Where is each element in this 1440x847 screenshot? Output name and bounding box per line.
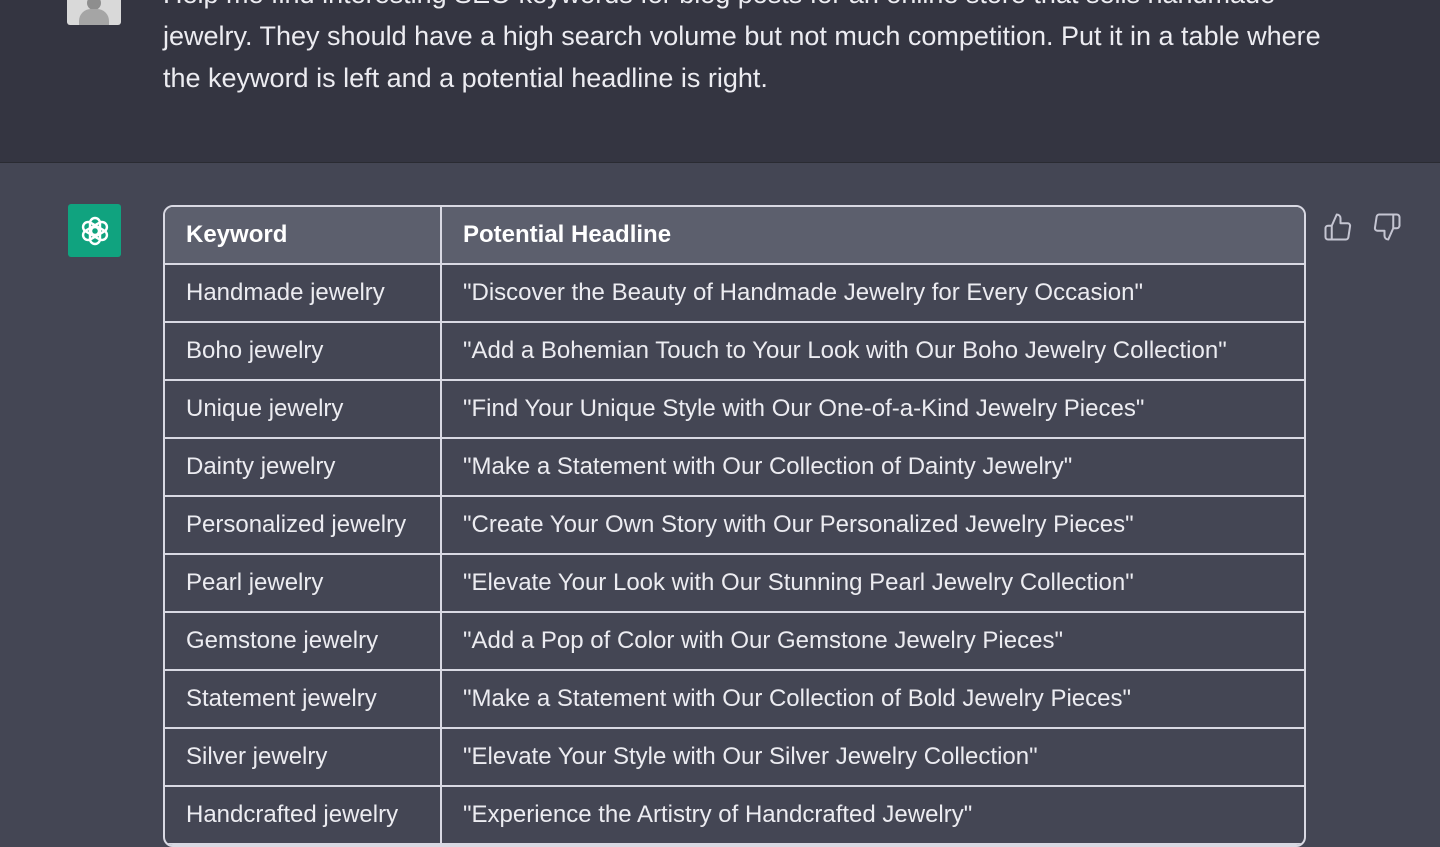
headline-cell: "Create Your Own Story with Our Personal… (441, 496, 1304, 555)
table-row: Handcrafted jewelry "Experience the Arti… (165, 786, 1304, 845)
header-potential-headline: Potential Headline (441, 207, 1304, 265)
headline-cell: "Experience the Artistry of Handcrafted … (441, 786, 1304, 845)
table-row: Gemstone jewelry "Add a Pop of Color wit… (165, 612, 1304, 671)
table-row: Handmade jewelry "Discover the Beauty of… (165, 264, 1304, 323)
keyword-cell: Pearl jewelry (165, 554, 442, 613)
headline-cell: "Discover the Beauty of Handmade Jewelry… (441, 264, 1304, 323)
user-message-text: Help me find interesting SEO keywords fo… (163, 0, 1321, 93)
keyword-cell: Dainty jewelry (165, 438, 442, 497)
table-row: Boho jewelry "Add a Bohemian Touch to Yo… (165, 322, 1304, 381)
headline-cell: "Add a Pop of Color with Our Gemstone Je… (441, 612, 1304, 671)
keyword-cell: Statement jewelry (165, 670, 442, 729)
keyword-cell: Handmade jewelry (165, 264, 442, 323)
table-row: Silver jewelry "Elevate Your Style with … (165, 728, 1304, 787)
user-message-row: Help me find interesting SEO keywords fo… (0, 0, 1440, 163)
headline-cell: "Make a Statement with Our Collection of… (441, 670, 1304, 729)
table-row: Unique jewelry "Find Your Unique Style w… (165, 380, 1304, 439)
keyword-cell: Unique jewelry (165, 380, 442, 439)
thumbs-down-icon (1373, 213, 1401, 241)
openai-logo-icon (68, 204, 121, 257)
keyword-cell: Silver jewelry (165, 728, 442, 787)
headline-cell: "Add a Bohemian Touch to Your Look with … (441, 322, 1304, 381)
header-keyword: Keyword (165, 207, 442, 265)
table-header-row: Keyword Potential Headline (165, 207, 1304, 265)
keyword-cell: Boho jewelry (165, 322, 442, 381)
thumbs-up-button[interactable] (1321, 210, 1355, 244)
thumbs-up-icon (1324, 213, 1352, 241)
keyword-cell: Handcrafted jewelry (165, 786, 442, 845)
thumbs-down-button[interactable] (1370, 210, 1404, 244)
headline-cell: "Find Your Unique Style with Our One-of-… (441, 380, 1304, 439)
table-row: Statement jewelry "Make a Statement with… (165, 670, 1304, 729)
headline-cell: "Make a Statement with Our Collection of… (441, 438, 1304, 497)
table-row: Personalized jewelry "Create Your Own St… (165, 496, 1304, 555)
user-avatar (67, 0, 121, 25)
table-row: Pearl jewelry "Elevate Your Look with Ou… (165, 554, 1304, 613)
headline-cell: "Elevate Your Style with Our Silver Jewe… (441, 728, 1304, 787)
table-row: Dainty jewelry "Make a Statement with Ou… (165, 438, 1304, 497)
keyword-table: Keyword Potential Headline Handmade jewe… (163, 205, 1306, 847)
keyword-cell: Gemstone jewelry (165, 612, 442, 671)
headline-cell: "Elevate Your Look with Our Stunning Pea… (441, 554, 1304, 613)
keyword-cell: Personalized jewelry (165, 496, 442, 555)
